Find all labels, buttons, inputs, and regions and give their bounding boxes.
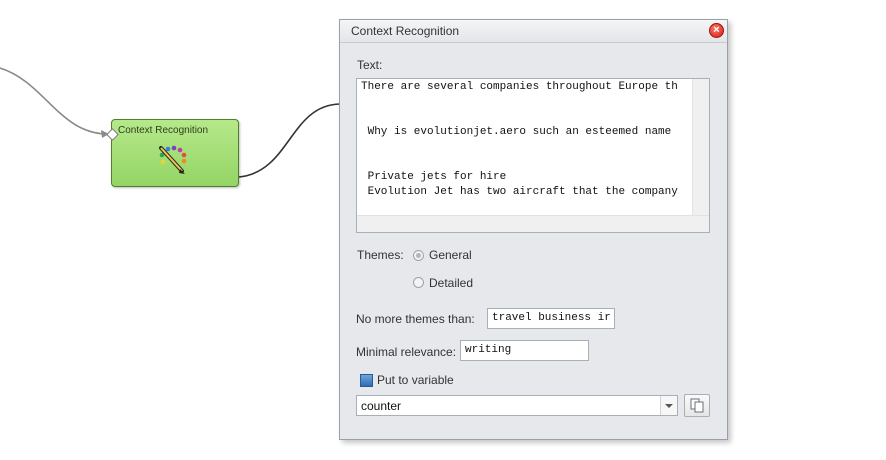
themes-label: Themes: bbox=[357, 248, 404, 262]
connector-incoming bbox=[0, 67, 110, 135]
theme-general-label: General bbox=[429, 248, 472, 262]
variable-select-value: counter bbox=[361, 399, 402, 413]
node-title: Context Recognition bbox=[118, 125, 209, 136]
minimal-relevance-input[interactable]: writing bbox=[460, 340, 589, 361]
text-line: There are several companies throughout E… bbox=[361, 81, 678, 93]
put-to-variable-label: Put to variable bbox=[377, 373, 454, 387]
vertical-scrollbar[interactable] bbox=[692, 79, 709, 216]
close-icon[interactable]: × bbox=[709, 23, 724, 38]
copy-button[interactable] bbox=[684, 394, 710, 417]
text-line: Why is evolutionjet.aero such an esteeme… bbox=[361, 126, 672, 138]
theme-general-radio[interactable] bbox=[413, 250, 424, 261]
copy-icon bbox=[690, 398, 704, 413]
dialog-titlebar[interactable]: Context Recognition × bbox=[340, 20, 727, 43]
text-label: Text: bbox=[357, 58, 383, 72]
connector-outgoing bbox=[238, 103, 341, 178]
no-more-themes-input[interactable]: travel business ir bbox=[487, 308, 615, 329]
minimal-relevance-label: Minimal relevance: bbox=[356, 345, 457, 359]
chevron-down-icon[interactable] bbox=[660, 396, 677, 415]
text-line: Private jets for hire bbox=[361, 171, 507, 183]
theme-detailed-label: Detailed bbox=[429, 276, 474, 290]
horizontal-scrollbar[interactable] bbox=[357, 215, 709, 232]
dialog-title: Context Recognition bbox=[351, 24, 460, 38]
put-to-variable-checkbox[interactable] bbox=[360, 374, 373, 387]
text-line: Evolution Jet has two aircraft that the … bbox=[361, 186, 678, 198]
variable-select[interactable]: counter bbox=[356, 395, 678, 416]
no-more-themes-label: No more themes than: bbox=[356, 312, 475, 326]
theme-detailed-radio[interactable] bbox=[413, 277, 424, 288]
context-recognition-dialog: Context Recognition × Text: There are se… bbox=[339, 19, 728, 440]
palette-pencil-icon bbox=[159, 145, 187, 174]
text-input-area[interactable]: There are several companies throughout E… bbox=[356, 78, 710, 233]
context-recognition-node[interactable]: Context Recognition bbox=[106, 119, 239, 187]
